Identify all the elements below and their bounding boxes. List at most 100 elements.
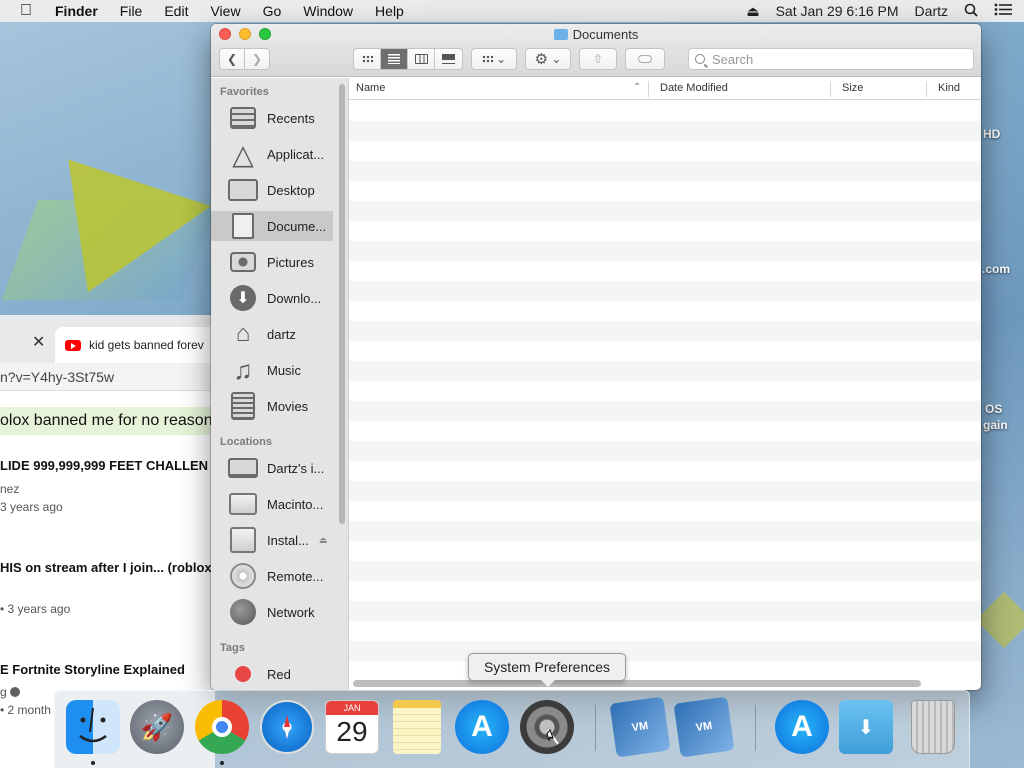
sidebar-item-macintosh-hd[interactable]: Macinto... (211, 489, 333, 519)
eject-menu-icon[interactable]: ⏏ (738, 3, 767, 20)
sidebar-item-pictures[interactable]: Pictures (211, 247, 333, 277)
notification-center-icon[interactable] (986, 3, 1024, 19)
camera-icon (228, 249, 258, 275)
gear-icon: ⚙ (534, 51, 549, 68)
sidebar-item-desktop[interactable]: Desktop (211, 175, 333, 205)
menu-file[interactable]: File (109, 3, 154, 19)
clock[interactable]: Sat Jan 29 6:16 PM (768, 3, 907, 19)
launchpad-dock-icon[interactable]: 🚀 (130, 700, 184, 754)
tags-button[interactable] (625, 48, 665, 70)
column-view-icon (414, 54, 428, 64)
sidebar-item-movies[interactable]: Movies (211, 391, 333, 421)
safari-dock-icon[interactable] (260, 700, 314, 754)
desktop-icon-label[interactable]: .com (982, 262, 1010, 276)
desktop-icon-label[interactable]: HD (983, 127, 1000, 141)
network-icon (228, 599, 258, 625)
notes-dock-icon[interactable] (393, 700, 441, 754)
sidebar-item-applications[interactable]: △ Applicat... (211, 139, 333, 170)
sidebar-item-downloads[interactable]: ⬇ Downlo... (211, 283, 333, 313)
column-name[interactable]: Name (356, 82, 385, 94)
icon-view-button[interactable] (354, 49, 381, 69)
sidebar-item-label: Macinto... (267, 496, 324, 512)
app-store-dock-icon[interactable]: A (455, 700, 509, 754)
youtube-icon (65, 339, 81, 351)
sidebar-item-documents[interactable]: Docume... (211, 211, 333, 241)
spotlight-search-icon[interactable] (956, 3, 986, 20)
menu-view[interactable]: View (199, 3, 251, 19)
column-divider[interactable] (648, 81, 649, 97)
trash-dock-icon[interactable] (911, 700, 955, 754)
virtualbox-dock-icon[interactable]: VM (609, 696, 671, 758)
search-icon (695, 54, 705, 64)
action-button[interactable]: ⚙ ⌄ (525, 48, 571, 70)
search-query-highlight[interactable]: olox banned me for no reason (0, 407, 215, 435)
column-date-modified[interactable]: Date Modified (660, 82, 728, 94)
sidebar: Favorites Recents △ Applicat... Desktop … (211, 78, 349, 690)
user-menu[interactable]: Dartz (907, 3, 956, 19)
video-title[interactable]: LIDE 999,999,999 FEET CHALLEN (0, 458, 208, 473)
virtualbox-dock-icon[interactable]: VM (673, 696, 735, 758)
list-view-button[interactable] (381, 49, 408, 69)
calendar-day: 29 (336, 716, 368, 747)
column-size[interactable]: Size (842, 82, 863, 94)
sort-ascending-icon: ⌃ (633, 82, 642, 93)
sidebar-item-network[interactable]: Network (211, 597, 333, 627)
finder-dock-icon[interactable] (66, 700, 120, 754)
film-icon (228, 392, 258, 420)
desktop-icon-label[interactable]: OS (985, 402, 1002, 416)
menu-window[interactable]: Window (292, 3, 364, 19)
gallery-view-button[interactable] (435, 49, 462, 69)
apple-menu-icon[interactable]:  (0, 2, 44, 20)
desktop-icon-label[interactable]: gain (983, 418, 1008, 432)
menu-go[interactable]: Go (252, 3, 293, 19)
dock-separator (595, 705, 596, 751)
system-preferences-dock-icon[interactable] (520, 700, 574, 754)
eject-icon[interactable]: ⏏ (319, 535, 328, 546)
column-header: Name ⌃ Date Modified Size Kind (349, 78, 981, 100)
sidebar-item-computer[interactable]: Dartz's i... (211, 453, 333, 483)
menu-help[interactable]: Help (364, 3, 415, 19)
close-tab-icon[interactable]: ✕ (32, 332, 45, 352)
column-view-button[interactable] (408, 49, 435, 69)
video-title[interactable]: HIS on stream after I join... (roblox (0, 560, 212, 575)
gallery-view-icon (442, 54, 455, 64)
share-button[interactable]: ⇧ (579, 48, 617, 70)
browser-tab[interactable]: kid gets banned forev (55, 327, 215, 363)
address-bar[interactable]: n?v=Y4hy-3St75w (0, 363, 215, 391)
sidebar-item-label: Downlo... (267, 290, 322, 306)
forward-button[interactable]: ❯ (244, 48, 270, 70)
window-title: Documents (211, 27, 981, 42)
back-button[interactable]: ❮ (219, 48, 245, 70)
column-kind[interactable]: Kind (938, 82, 960, 94)
sidebar-item-music[interactable]: ♫ Music (211, 355, 333, 385)
chrome-dock-icon[interactable] (195, 700, 249, 754)
video-title[interactable]: E Fortnite Storyline Explained (0, 662, 185, 677)
sidebar-item-recents[interactable]: Recents (211, 103, 333, 133)
sidebar-item-install-drive[interactable]: Instal... ⏏ (211, 525, 333, 555)
app-store-installer-dock-icon[interactable]: A (775, 700, 829, 754)
column-divider[interactable] (926, 81, 927, 97)
sidebar-item-label: Pictures (267, 254, 314, 270)
horizontal-scrollbar[interactable] (353, 680, 921, 687)
app-menu-finder[interactable]: Finder (44, 3, 109, 19)
external-drive-icon (228, 527, 258, 553)
tag-icon (638, 55, 652, 63)
column-divider[interactable] (830, 81, 831, 97)
video-channel: nez (0, 482, 20, 496)
finder-window: Documents ❮ ❯ ⌄ ⚙ ⌄ ⇧ Search Favorites R… (211, 24, 981, 690)
sidebar-item-label: dartz (267, 326, 296, 342)
desktop-icon (228, 177, 258, 203)
search-field[interactable]: Search (688, 48, 974, 70)
menu-bar:  Finder File Edit View Go Window Help ⏏… (0, 0, 1024, 22)
menu-edit[interactable]: Edit (153, 3, 199, 19)
calendar-dock-icon[interactable]: JAN 29 (325, 700, 379, 754)
title-bar: Documents ❮ ❯ ⌄ ⚙ ⌄ ⇧ Search (211, 24, 981, 77)
icon-view-icon (361, 54, 373, 64)
group-by-button[interactable]: ⌄ (471, 48, 517, 70)
sidebar-item-tag-red[interactable]: Red (211, 659, 333, 689)
window-title-text: Documents (572, 27, 639, 42)
sidebar-item-home[interactable]: ⌂ dartz (211, 319, 333, 349)
sidebar-item-remote-disc[interactable]: Remote... (211, 561, 333, 591)
downloads-folder-dock-icon[interactable]: ⬇ (839, 700, 893, 754)
sidebar-scrollbar[interactable] (339, 84, 345, 524)
